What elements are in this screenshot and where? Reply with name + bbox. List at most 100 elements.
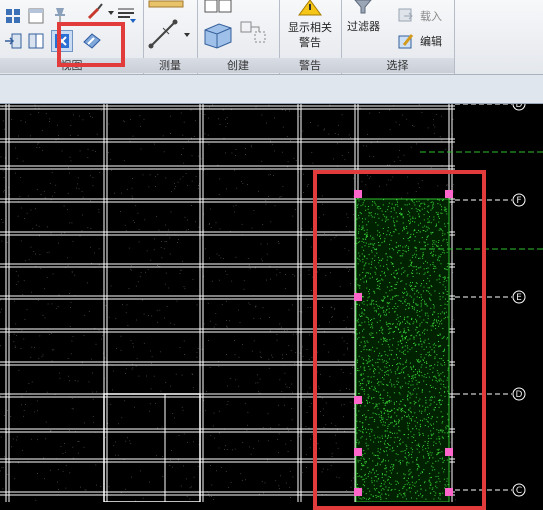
noise-dot <box>6 242 8 243</box>
noise-dot <box>309 406 311 408</box>
switch-windows-icon[interactable] <box>4 32 22 50</box>
noise-dot <box>78 188 80 190</box>
noise-dot <box>196 356 198 358</box>
noise-dot <box>195 120 196 122</box>
noise-dot <box>210 208 211 210</box>
noise-dot <box>226 188 227 190</box>
measure-dimension-icon[interactable] <box>147 18 179 50</box>
noise-dot <box>72 446 74 448</box>
noise-dot <box>177 459 179 461</box>
show-related-warnings-line1[interactable]: 显示相关 <box>281 20 339 35</box>
noise-dot <box>175 373 177 375</box>
window-icon[interactable] <box>28 8 44 24</box>
noise-dot <box>142 174 144 176</box>
edit-selection-icon[interactable] <box>398 33 414 49</box>
warning-icon[interactable] <box>295 0 325 16</box>
noise-dot <box>258 440 260 442</box>
noise-dot <box>247 184 248 185</box>
noise-dot <box>433 119 434 121</box>
noise-dot <box>187 185 189 186</box>
ruler-icon[interactable] <box>147 0 187 10</box>
noise-dot <box>2 170 4 172</box>
noise-dot <box>303 173 304 175</box>
edit-button[interactable]: 编辑 <box>415 34 447 49</box>
noise-dot <box>268 174 270 176</box>
noise-dot <box>306 412 308 413</box>
noise-dot <box>344 159 346 161</box>
noise-dot <box>77 452 79 454</box>
noise-dot <box>74 380 76 381</box>
filter-button[interactable]: 过滤器 <box>341 19 386 34</box>
noise-dot <box>67 257 68 259</box>
noise-dot <box>299 352 301 354</box>
noise-dot <box>226 404 228 405</box>
noise-dot <box>304 399 306 401</box>
noise-dot <box>84 422 85 424</box>
tab-views-icon[interactable] <box>27 32 45 50</box>
noise-dot <box>399 160 401 161</box>
noise-dot <box>288 309 290 311</box>
load-selection-icon[interactable] <box>398 8 414 24</box>
noise-dot <box>310 307 312 308</box>
noise-dot <box>284 404 285 406</box>
noise-dot <box>176 300 178 302</box>
dropdown-arrow-icon[interactable] <box>108 10 114 16</box>
noise-dot <box>163 248 165 250</box>
noise-dot <box>363 145 365 147</box>
noise-dot <box>307 184 309 185</box>
load-button[interactable]: 载入 <box>415 9 447 24</box>
noise-dot <box>140 125 141 127</box>
noise-dot <box>218 194 220 195</box>
noise-dot <box>156 216 157 217</box>
noise-dot <box>105 436 106 438</box>
create-parts-icon[interactable] <box>201 20 235 52</box>
noise-dot <box>143 118 145 120</box>
noise-dot <box>226 326 228 328</box>
noise-dot <box>209 106 210 108</box>
noise-dot <box>308 359 310 360</box>
noise-dot <box>147 269 149 271</box>
noise-dot <box>134 222 135 223</box>
noise-dot <box>225 152 226 154</box>
noise-dot <box>67 265 69 267</box>
noise-dot <box>91 358 92 360</box>
noise-dot <box>23 280 25 282</box>
noise-dot <box>139 115 141 117</box>
noise-dot <box>257 382 259 384</box>
noise-dot <box>124 224 126 226</box>
noise-dot <box>70 160 72 162</box>
noise-dot <box>79 235 81 237</box>
noise-dot <box>228 487 229 488</box>
noise-dot <box>45 421 47 423</box>
noise-dot <box>4 189 5 191</box>
show-related-warnings-line2[interactable]: 警告 <box>281 35 339 50</box>
noise-dot <box>57 124 58 126</box>
noise-dot <box>115 441 116 443</box>
create-assembly-icon[interactable] <box>203 0 233 14</box>
noise-dot <box>87 282 88 284</box>
split-parts-icon[interactable] <box>237 18 269 50</box>
noise-dot <box>43 191 45 192</box>
noise-dot <box>69 326 71 327</box>
noise-dot <box>92 149 94 151</box>
ribbon-group-label-warning: 警告 <box>279 58 341 73</box>
ribbon-group-label-create: 创建 <box>197 58 279 73</box>
paint-brush-icon[interactable] <box>86 0 108 22</box>
noise-dot <box>323 129 325 131</box>
noise-dot <box>267 440 269 442</box>
noise-dot <box>125 373 126 374</box>
noise-dot <box>58 372 60 374</box>
noise-dot <box>142 299 143 301</box>
thin-lines-icon[interactable] <box>116 4 136 24</box>
filter-icon[interactable] <box>353 0 373 14</box>
noise-dot <box>239 322 241 323</box>
noise-dot <box>279 196 281 198</box>
noise-dot <box>290 440 292 441</box>
noise-dot <box>139 275 141 277</box>
noise-dot <box>31 346 33 348</box>
tile-windows-icon[interactable] <box>5 8 21 24</box>
noise-dot <box>127 325 129 326</box>
noise-dot <box>102 335 104 337</box>
dropdown-arrow-icon[interactable] <box>184 32 190 38</box>
noise-dot <box>35 208 36 210</box>
